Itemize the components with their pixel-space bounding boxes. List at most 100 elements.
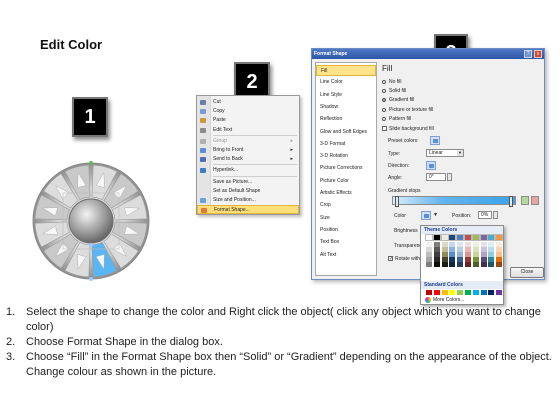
checkbox-box (382, 126, 387, 131)
instruction-list: 1. Select the shape to change the color a… (4, 305, 556, 380)
menu-item-label: Edit Text (213, 126, 233, 133)
radio-label: Solid fill (389, 88, 407, 95)
nav-item-alt-text[interactable]: Alt Text (316, 250, 376, 261)
hyperlink-icon (200, 168, 206, 174)
nav-item-position[interactable]: Position (316, 225, 376, 236)
menu-item-save-as-picture[interactable]: Save as Picture... (197, 178, 299, 187)
position-input[interactable]: 0% (478, 211, 492, 219)
gradient-stops-bar[interactable] (392, 196, 516, 207)
menu-item-size-and-position[interactable]: Size and Position... (197, 196, 299, 205)
dialog-title: Format Shape (312, 49, 544, 59)
nav-item-text-box[interactable]: Text Box (316, 237, 376, 248)
radio-pattern-fill[interactable]: Pattern fill (382, 115, 482, 123)
color-swatch[interactable] (472, 262, 479, 267)
menu-separator (213, 134, 297, 136)
angle-input[interactable]: 0° (426, 173, 446, 181)
color-swatch[interactable] (449, 262, 456, 267)
menu-item-label: Paste (213, 117, 226, 124)
instruction-number: 3. (6, 351, 16, 363)
radio-solid-fill[interactable]: Solid fill (382, 87, 482, 95)
preset-colors-button[interactable] (430, 136, 440, 145)
color-swatch[interactable] (426, 262, 432, 267)
nav-item-reflection[interactable]: Reflection (316, 114, 376, 125)
nav-item-fill[interactable]: Fill (316, 65, 376, 76)
resize-handle[interactable] (89, 243, 93, 247)
nav-item-picture-corrections[interactable]: Picture Corrections (316, 163, 376, 174)
radio-dot (382, 80, 386, 84)
help-icon[interactable]: ? (524, 50, 532, 58)
position-spinner[interactable] (493, 211, 498, 219)
chevron-down-icon[interactable]: ▼ (433, 212, 438, 218)
radio-dot (382, 89, 386, 94)
color-picker-dropdown: Theme Colors Standard Colors More Colors… (420, 225, 504, 305)
instruction-text: Select the shape to change the color and… (26, 306, 541, 333)
gradient-stop-handle[interactable] (395, 196, 399, 207)
menu-item-bring-to-front[interactable]: Bring to Front ▸ (197, 146, 299, 155)
radio-dot (382, 107, 386, 112)
more-colors-label: More Colors... (433, 297, 465, 303)
nav-item-glow-and-soft-edges[interactable]: Glow and Soft Edges (316, 127, 376, 138)
direction-button[interactable] (426, 161, 436, 170)
slide-background-checkbox[interactable]: Slide background fill (382, 125, 482, 133)
color-swatch[interactable] (464, 290, 471, 295)
color-swatch[interactable] (480, 290, 487, 295)
color-swatch[interactable] (457, 290, 464, 295)
color-swatch[interactable] (472, 290, 479, 295)
menu-item-edit-text[interactable]: Edit Text (197, 126, 299, 135)
nav-item-artistic-effects[interactable]: Artistic Effects (316, 188, 376, 199)
chevron-right-icon: ▸ (290, 156, 293, 163)
color-swatch[interactable] (488, 290, 495, 295)
nav-item-line-color[interactable]: Line Color (316, 77, 376, 88)
menu-item-send-to-back[interactable]: Send to Back ▸ (197, 155, 299, 164)
angle-spinner[interactable] (447, 173, 452, 181)
menu-item-label: Send to Back (213, 156, 243, 163)
rotation-handle[interactable] (89, 161, 93, 165)
add-stop-icon[interactable] (521, 196, 529, 205)
radio-gradient-fill[interactable]: Gradient fill (382, 96, 482, 104)
color-swatch[interactable] (433, 290, 440, 295)
type-select[interactable]: Linear ▼ (426, 149, 464, 157)
close-icon[interactable]: x (534, 50, 542, 58)
menu-item-paste[interactable]: Paste (197, 116, 299, 125)
menu-item-hyperlink[interactable]: Hyperlink... (197, 166, 299, 175)
nav-item-3-d-rotation[interactable]: 3-D Rotation (316, 151, 376, 162)
resize-handle[interactable] (89, 277, 93, 281)
color-picker-button[interactable] (421, 211, 431, 220)
slide-background-label: Slide background fill (389, 126, 434, 132)
nav-item-line-style[interactable]: Line Style (316, 90, 376, 101)
color-swatch[interactable] (464, 262, 471, 267)
standard-colors-grid (426, 290, 503, 295)
radio-picture-or-texture-fill[interactable]: Picture or texture fill (382, 106, 482, 114)
nav-item-picture-color[interactable]: Picture Color (316, 176, 376, 187)
nav-item-size[interactable]: Size (316, 213, 376, 224)
close-button[interactable]: Close (510, 267, 544, 278)
selected-wheel-shape[interactable] (30, 160, 152, 282)
color-swatch[interactable] (480, 262, 487, 267)
color-swatch[interactable] (488, 262, 495, 267)
menu-item-set-as-default-shape[interactable]: Set as Default Shape (197, 187, 299, 196)
gradient-stop-handle[interactable] (509, 196, 513, 207)
color-swatch[interactable] (496, 290, 503, 295)
nav-item-3-d-format[interactable]: 3-D Format (316, 139, 376, 150)
check-icon: ✓ (388, 256, 394, 262)
color-swatch[interactable] (426, 290, 432, 295)
menu-item-cut[interactable]: Cut (197, 98, 299, 107)
chevron-right-icon: ▸ (290, 147, 293, 153)
color-swatch[interactable] (441, 290, 448, 295)
more-colors-item[interactable]: More Colors... (425, 296, 464, 304)
color-swatch[interactable] (433, 262, 440, 267)
color-swatch[interactable] (496, 262, 503, 267)
remove-stop-icon[interactable] (531, 196, 539, 205)
color-swatch[interactable] (441, 262, 448, 267)
color-swatch[interactable] (449, 290, 456, 295)
radio-no-fill[interactable]: No fill (382, 78, 482, 86)
chevron-right-icon: ▸ (290, 137, 293, 144)
menu-item-label: Size and Position... (213, 197, 256, 203)
menu-item-copy[interactable]: Copy (197, 107, 299, 116)
nav-item-shadow[interactable]: Shadow (316, 102, 376, 113)
radio-dot (382, 116, 386, 121)
instruction-item: 1. Select the shape to change the color a… (4, 305, 556, 335)
menu-item-format-shape[interactable]: Format Shape... (197, 205, 299, 215)
color-swatch[interactable] (457, 262, 464, 267)
nav-item-crop[interactable]: Crop (316, 200, 376, 211)
